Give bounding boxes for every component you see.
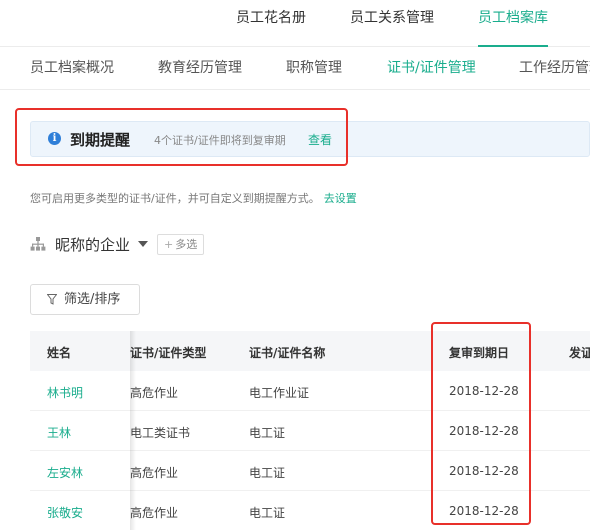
org-tree-icon — [30, 237, 46, 251]
employee-name-link[interactable]: 王林 — [47, 424, 71, 441]
certificate-table: 姓名 证书/证件类型 证书/证件名称 复审到期日 发证 林书明 高危作业 电工作… — [30, 331, 590, 530]
cert-type-cell: 高危作业 — [130, 466, 179, 480]
column-header-cert-type[interactable]: 证书/证件类型 — [130, 344, 206, 361]
table-row[interactable]: 左安林 高危作业 电工证 2018-12-28 — [30, 451, 590, 491]
alert-title: 到期提醒 — [70, 131, 131, 149]
org-selector: 昵称的企业 + 多选 — [30, 232, 205, 256]
employee-name-link[interactable]: 张敬安 — [47, 504, 83, 521]
cert-name-cell: 电工证 — [249, 506, 286, 520]
tab-employee-roster[interactable]: 员工花名册 — [236, 0, 306, 47]
cert-type-cell: 高危作业 — [130, 506, 179, 520]
cert-name-cell: 电工证 — [249, 466, 286, 480]
column-header-review-date[interactable]: 复审到期日 — [449, 344, 509, 361]
table-header: 姓名 证书/证件类型 证书/证件名称 复审到期日 发证 — [30, 331, 590, 371]
column-header-cert-name[interactable]: 证书/证件名称 — [249, 344, 325, 361]
info-icon: i — [48, 132, 61, 145]
cert-name-cell: 电工作业证 — [249, 386, 310, 400]
cert-type-cell: 高危作业 — [130, 386, 179, 400]
column-header-issuer[interactable]: 发证 — [569, 344, 590, 361]
review-date-cell: 2018-12-28 — [449, 464, 519, 478]
go-settings-link[interactable]: 去设置 — [324, 192, 357, 205]
cert-name-cell: 电工证 — [249, 426, 286, 440]
review-date-cell: 2018-12-28 — [449, 424, 519, 438]
tab-title-management[interactable]: 职称管理 — [286, 48, 342, 89]
funnel-icon — [47, 294, 57, 305]
plus-icon: + — [164, 237, 174, 251]
caret-down-icon[interactable] — [138, 241, 149, 247]
multi-select-button[interactable]: + 多选 — [157, 233, 205, 255]
table-row[interactable]: 王林 电工类证书 电工证 2018-12-28 — [30, 411, 590, 451]
tab-work-experience-management[interactable]: 工作经历管理 — [519, 48, 590, 89]
tab-certificate-management[interactable]: 证书/证件管理 — [387, 48, 476, 89]
employee-name-link[interactable]: 左安林 — [47, 464, 83, 481]
hint-text: 您可启用更多类型的证书/证件，并可自定义到期提醒方式。 — [30, 192, 320, 205]
filter-sort-button[interactable]: 筛选/排序 — [30, 284, 140, 315]
top-nav: 员工花名册 员工关系管理 员工档案库 — [0, 0, 590, 47]
filter-sort-label: 筛选/排序 — [64, 292, 121, 307]
multi-select-label: 多选 — [175, 237, 198, 251]
alert-description: 4个证书/证件即将到复审期 — [154, 134, 286, 147]
review-date-cell: 2018-12-28 — [449, 384, 519, 398]
column-header-name[interactable]: 姓名 — [47, 344, 71, 361]
tab-archive-overview[interactable]: 员工档案概况 — [30, 48, 114, 89]
employee-name-link[interactable]: 林书明 — [47, 384, 83, 401]
review-date-cell: 2018-12-28 — [449, 504, 519, 518]
alert-view-link[interactable]: 查看 — [308, 131, 332, 148]
table-row[interactable]: 林书明 高危作业 电工作业证 2018-12-28 — [30, 371, 590, 411]
cert-type-cell: 电工类证书 — [130, 426, 191, 440]
settings-hint: 您可启用更多类型的证书/证件，并可自定义到期提醒方式。 去设置 — [30, 190, 357, 206]
sub-nav: 员工档案概况 教育经历管理 职称管理 证书/证件管理 工作经历管理 — [0, 48, 590, 90]
tab-employee-archive[interactable]: 员工档案库 — [478, 0, 548, 47]
tab-employee-relations[interactable]: 员工关系管理 — [350, 0, 434, 47]
tab-education-management[interactable]: 教育经历管理 — [158, 48, 242, 89]
org-name[interactable]: 昵称的企业 — [55, 234, 130, 255]
table-row[interactable]: 张敬安 高危作业 电工证 2018-12-28 — [30, 491, 590, 530]
fixed-column-shadow — [130, 331, 136, 530]
expiry-alert: i 到期提醒 4个证书/证件即将到复审期 查看 — [30, 121, 590, 157]
